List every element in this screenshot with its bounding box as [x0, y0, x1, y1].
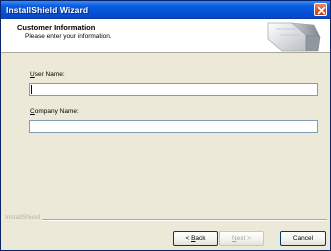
company-name-input[interactable]	[29, 120, 318, 133]
next-button[interactable]: Next >	[219, 231, 264, 246]
page-title: Customer Information	[17, 23, 96, 32]
next-button-text: ext >	[236, 235, 251, 242]
installshield-brand-text: InstallShield	[5, 214, 43, 221]
installshield-wizard-window: InstallShield Wizard Customer Informatio…	[0, 0, 331, 251]
cancel-button[interactable]: Cancel	[280, 231, 326, 246]
close-button[interactable]	[314, 3, 327, 16]
footer-divider	[35, 219, 327, 221]
user-name-input[interactable]	[29, 83, 318, 96]
back-button[interactable]: < Back	[173, 231, 218, 246]
user-name-label-text: ser Name:	[34, 71, 65, 78]
back-button-text: ack	[195, 235, 206, 242]
window-title: InstallShield Wizard	[6, 5, 89, 15]
page-subtitle: Please enter your information.	[25, 33, 112, 40]
text-cursor	[31, 85, 32, 94]
title-bar[interactable]: InstallShield Wizard	[1, 1, 330, 19]
company-name-label: Company Name:	[30, 108, 79, 115]
installshield-logo-icon	[267, 22, 321, 52]
wizard-header: Customer Information Please enter your i…	[1, 19, 330, 53]
close-icon	[317, 6, 326, 15]
company-name-label-text: ompany Name:	[34, 108, 79, 115]
user-name-label: User Name:	[30, 71, 65, 78]
